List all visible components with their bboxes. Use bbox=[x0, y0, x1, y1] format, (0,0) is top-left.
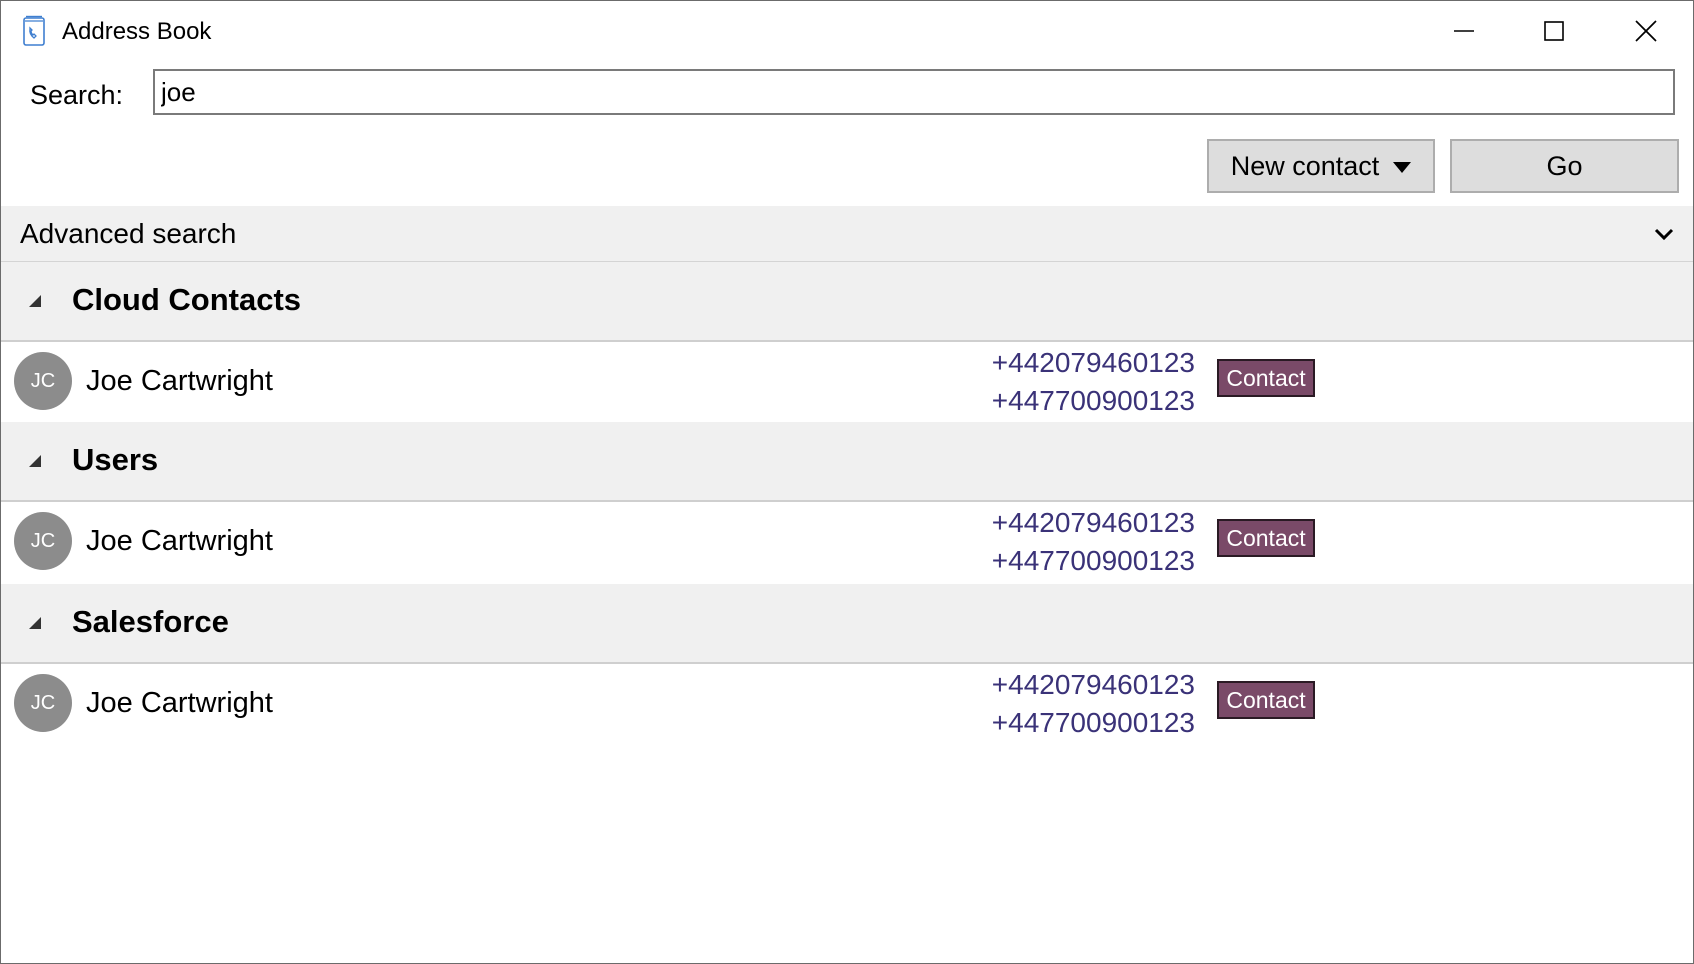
close-button[interactable] bbox=[1601, 1, 1691, 61]
group-header-cloud-contacts[interactable]: Cloud Contacts bbox=[1, 262, 1693, 342]
avatar: JC bbox=[14, 674, 72, 732]
new-contact-label: New contact bbox=[1230, 150, 1380, 181]
contact-name: Joe Cartwright bbox=[86, 365, 273, 397]
search-label: Search: bbox=[30, 80, 124, 110]
caret-down-icon bbox=[1393, 161, 1412, 173]
phone-number[interactable]: +447700900123 bbox=[959, 704, 1195, 742]
phone-number[interactable]: +442079460123 bbox=[959, 504, 1195, 542]
contact-name: Joe Cartwright bbox=[86, 525, 273, 557]
avatar: JC bbox=[14, 512, 72, 570]
avatar: JC bbox=[14, 352, 72, 410]
go-button[interactable]: Go bbox=[1450, 139, 1679, 193]
advanced-search-label: Advanced search bbox=[20, 218, 237, 249]
chevron-down-icon[interactable] bbox=[1652, 222, 1676, 246]
advanced-search-expander[interactable]: Advanced search bbox=[1, 206, 1693, 262]
group-title: Cloud Contacts bbox=[72, 282, 302, 317]
contact-type-badge: Contact bbox=[1217, 359, 1315, 397]
contact-row[interactable]: JC Joe Cartwright +442079460123 +4477009… bbox=[1, 502, 1693, 581]
contact-row[interactable]: JC Joe Cartwright +442079460123 +4477009… bbox=[1, 664, 1693, 743]
phone-number[interactable]: +442079460123 bbox=[959, 344, 1195, 382]
close-icon bbox=[1635, 20, 1657, 42]
phone-numbers: +442079460123 +447700900123 bbox=[959, 344, 1195, 420]
new-contact-dropdown-button[interactable]: New contact bbox=[1207, 139, 1435, 193]
group-header-users[interactable]: Users bbox=[1, 422, 1693, 502]
minimize-icon bbox=[1454, 30, 1474, 32]
collapse-triangle-icon[interactable] bbox=[28, 616, 42, 630]
phone-number[interactable]: +447700900123 bbox=[959, 382, 1195, 420]
group-title: Salesforce bbox=[72, 604, 229, 639]
title-bar[interactable]: Address Book bbox=[1, 1, 1693, 61]
minimize-button[interactable] bbox=[1419, 1, 1509, 61]
collapse-triangle-icon[interactable] bbox=[28, 454, 42, 468]
contact-name: Joe Cartwright bbox=[86, 687, 273, 719]
contact-row[interactable]: JC Joe Cartwright +442079460123 +4477009… bbox=[1, 342, 1693, 421]
phone-number[interactable]: +442079460123 bbox=[959, 666, 1195, 704]
phone-numbers: +442079460123 +447700900123 bbox=[959, 666, 1195, 742]
search-input[interactable] bbox=[153, 69, 1675, 115]
contact-type-badge: Contact bbox=[1217, 519, 1315, 557]
contact-type-badge: Contact bbox=[1217, 681, 1315, 719]
maximize-button[interactable] bbox=[1509, 1, 1599, 61]
window-title: Address Book bbox=[62, 18, 212, 45]
maximize-icon bbox=[1544, 21, 1564, 41]
group-header-salesforce[interactable]: Salesforce bbox=[1, 584, 1693, 664]
collapse-triangle-icon[interactable] bbox=[28, 294, 42, 308]
phone-number[interactable]: +447700900123 bbox=[959, 542, 1195, 580]
phone-numbers: +442079460123 +447700900123 bbox=[959, 504, 1195, 580]
address-book-icon bbox=[21, 15, 47, 47]
address-book-window: Address Book Search: New contact Go Adva… bbox=[0, 0, 1694, 964]
group-title: Users bbox=[72, 442, 159, 477]
